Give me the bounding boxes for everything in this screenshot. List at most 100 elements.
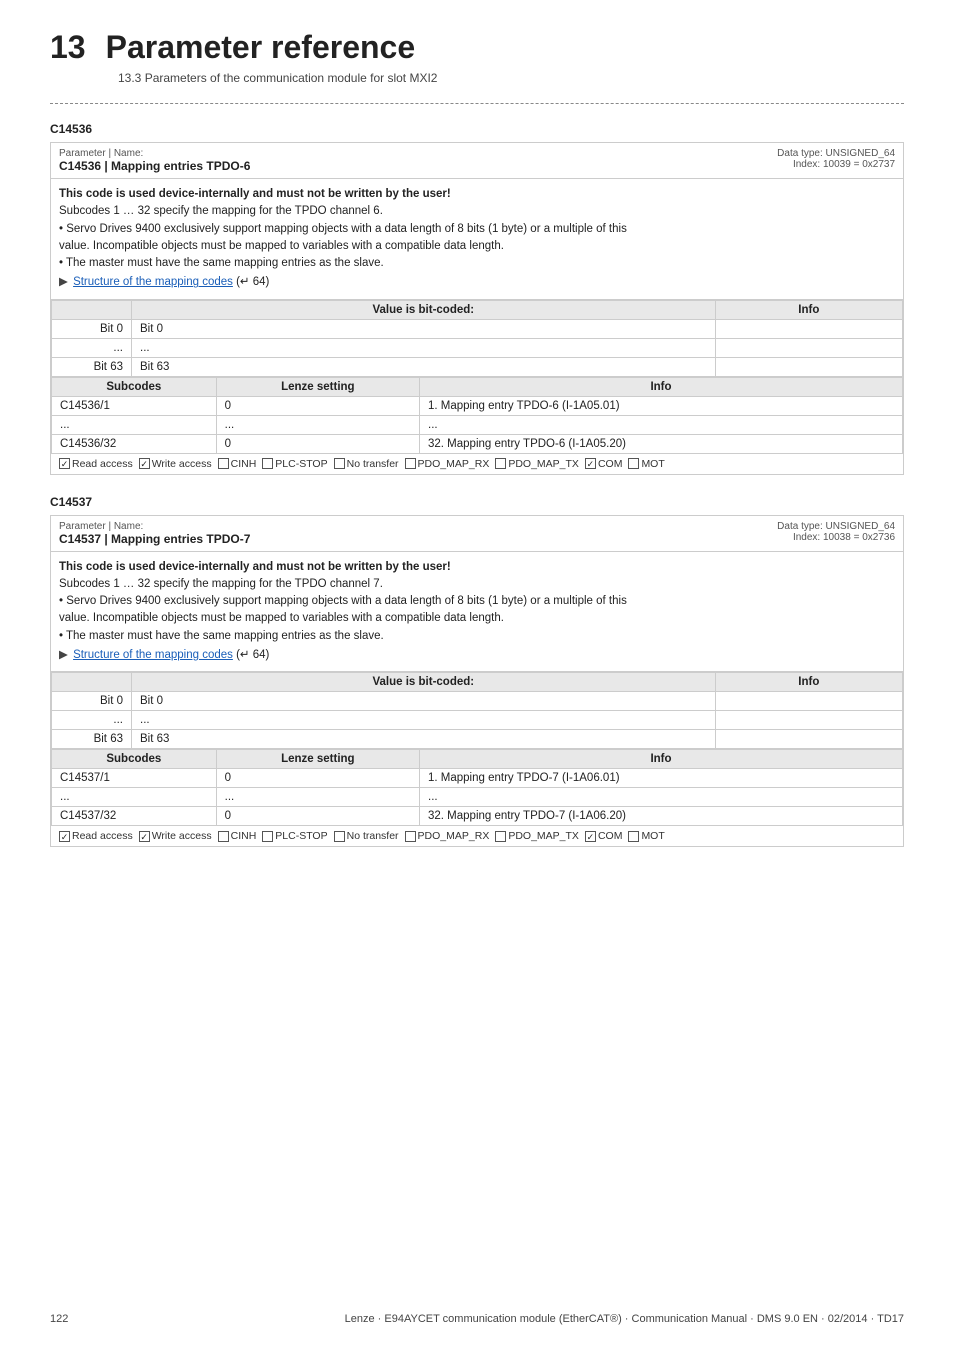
checkbox-label: Read access	[72, 458, 133, 470]
section-label-1: C14536	[50, 122, 904, 136]
checkbox-label: COM	[598, 830, 623, 842]
bit-row: Bit 0Bit 0	[52, 319, 903, 338]
checkbox-icon	[59, 458, 70, 469]
bit-col-header-2: Value is bit-coded:	[132, 673, 716, 692]
footer-checkbox-item: Write access	[139, 458, 212, 470]
sub-row: .........	[52, 788, 903, 807]
bit-col-empty-2	[52, 673, 132, 692]
param-header-2: Parameter | Name: C14537 | Mapping entri…	[51, 516, 903, 552]
sub-cell: 0	[216, 769, 419, 788]
bit-row: ......	[52, 338, 903, 357]
page-footer: 122 Lenze · E94AYCET communication modul…	[50, 1313, 904, 1325]
footer-checkbox-item: PDO_MAP_RX	[405, 830, 490, 842]
param-label-1: Parameter | Name:	[59, 148, 250, 159]
sub-col-info-2: Info	[420, 750, 903, 769]
sub-cell: 32. Mapping entry TPDO-7 (I-1A06.20)	[420, 807, 903, 826]
bit-cell: Bit 0	[52, 319, 132, 338]
sub-cell: C14536/1	[52, 396, 217, 415]
footer-checkbox-item: PDO_MAP_TX	[495, 458, 579, 470]
bit-cell	[715, 730, 902, 749]
sub-cell: ...	[216, 788, 419, 807]
chapter-title: Parameter reference	[106, 30, 416, 65]
bit-cell: ...	[52, 338, 132, 357]
checkbox-label: PDO_MAP_RX	[418, 830, 490, 842]
desc-line-2-4: • The master must have the same mapping …	[59, 628, 895, 645]
footer-checkbox-item: Write access	[139, 830, 212, 842]
footer-checkbox-item: No transfer	[334, 830, 399, 842]
checkbox-icon	[139, 458, 150, 469]
checkbox-icon	[218, 458, 229, 469]
sub-row: .........	[52, 415, 903, 434]
footer-checkbox-item: PLC-STOP	[262, 458, 327, 470]
page-number: 122	[50, 1313, 68, 1325]
checkbox-icon	[334, 458, 345, 469]
param-footer-1: Read access Write access CINH PLC-STOP No tr…	[51, 454, 903, 474]
footer-center-text: Lenze · E94AYCET communication module (E…	[345, 1313, 904, 1325]
param-footer-2: Read access Write access CINH PLC-STOP No tr…	[51, 826, 903, 846]
sub-col-subcodes-1: Subcodes	[52, 377, 217, 396]
desc-title-2: This code is used device-internally and …	[59, 559, 895, 576]
checkbox-icon	[218, 831, 229, 842]
checkbox-icon	[495, 458, 506, 469]
param-datatype-2: Data type: UNSIGNED_64 Index: 10038 = 0x…	[777, 521, 895, 543]
checkbox-icon	[585, 831, 596, 842]
sub-cell: ...	[420, 788, 903, 807]
desc-line-1-2: • Servo Drives 9400 exclusively support …	[59, 221, 895, 238]
bit-cell: ...	[132, 338, 716, 357]
sub-heading: 13.3 Parameters of the communication mod…	[118, 71, 904, 85]
param-name-value-2: C14537 | Mapping entries TPDO-7	[59, 532, 250, 546]
sub-cell: C14537/1	[52, 769, 217, 788]
param-header-1: Parameter | Name: C14536 | Mapping entri…	[51, 143, 903, 179]
sub-col-info-1: Info	[420, 377, 903, 396]
bit-cell: ...	[52, 711, 132, 730]
checkbox-icon	[628, 458, 639, 469]
desc-link-row-2[interactable]: ▶ Structure of the mapping codes (↵ 64)	[59, 647, 895, 664]
bit-cell	[715, 692, 902, 711]
sub-cell: 32. Mapping entry TPDO-6 (I-1A05.20)	[420, 434, 903, 453]
sub-cell: 0	[216, 807, 419, 826]
bit-table-2: Value is bit-coded: Info Bit 0Bit 0.....…	[51, 672, 903, 749]
checkbox-label: No transfer	[347, 458, 399, 470]
checkbox-label: Write access	[152, 830, 212, 842]
bit-cell	[715, 711, 902, 730]
checkbox-label: Write access	[152, 458, 212, 470]
checkbox-icon	[139, 831, 150, 842]
mapping-codes-link-2[interactable]: Structure of the mapping codes	[73, 649, 233, 661]
checkbox-icon	[262, 458, 273, 469]
checkbox-label: PDO_MAP_TX	[508, 458, 579, 470]
bit-cell: ...	[132, 711, 716, 730]
footer-checkbox-item: CINH	[218, 458, 257, 470]
sub-table-1: Subcodes Lenze setting Info C14536/101. …	[51, 377, 903, 454]
mapping-codes-link-1[interactable]: Structure of the mapping codes	[73, 276, 233, 288]
sub-cell: ...	[420, 415, 903, 434]
bit-cell	[715, 319, 902, 338]
footer-checkbox-item: MOT	[628, 830, 664, 842]
sub-cell: C14537/32	[52, 807, 217, 826]
sub-cell: ...	[52, 415, 217, 434]
sub-cell: 0	[216, 396, 419, 415]
checkbox-label: Read access	[72, 830, 133, 842]
checkbox-icon	[405, 458, 416, 469]
checkbox-icon	[334, 831, 345, 842]
sub-table-2: Subcodes Lenze setting Info C14537/101. …	[51, 749, 903, 826]
footer-checkbox-item: CINH	[218, 830, 257, 842]
bit-row: Bit 63Bit 63	[52, 357, 903, 376]
sub-col-lenze-1: Lenze setting	[216, 377, 419, 396]
checkbox-icon	[628, 831, 639, 842]
bit-col-header-1: Value is bit-coded:	[132, 300, 716, 319]
param-desc-2: This code is used device-internally and …	[51, 552, 903, 673]
bit-cell: Bit 63	[132, 730, 716, 749]
sub-cell: ...	[52, 788, 217, 807]
bit-cell: Bit 0	[52, 692, 132, 711]
link-suffix-1: (↵ 64)	[233, 276, 269, 288]
footer-checkbox-item: PDO_MAP_RX	[405, 458, 490, 470]
bit-row: Bit 0Bit 0	[52, 692, 903, 711]
param-desc-1: This code is used device-internally and …	[51, 179, 903, 300]
desc-line-1-3: value. Incompatible objects must be mapp…	[59, 238, 895, 255]
desc-link-row-1[interactable]: ▶ Structure of the mapping codes (↵ 64)	[59, 274, 895, 291]
checkbox-label: PLC-STOP	[275, 830, 327, 842]
checkbox-label: CINH	[231, 830, 257, 842]
desc-line-2-1: Subcodes 1 … 32 specify the mapping for …	[59, 576, 895, 593]
bit-cell	[715, 357, 902, 376]
page-header: 13 Parameter reference	[50, 30, 904, 65]
